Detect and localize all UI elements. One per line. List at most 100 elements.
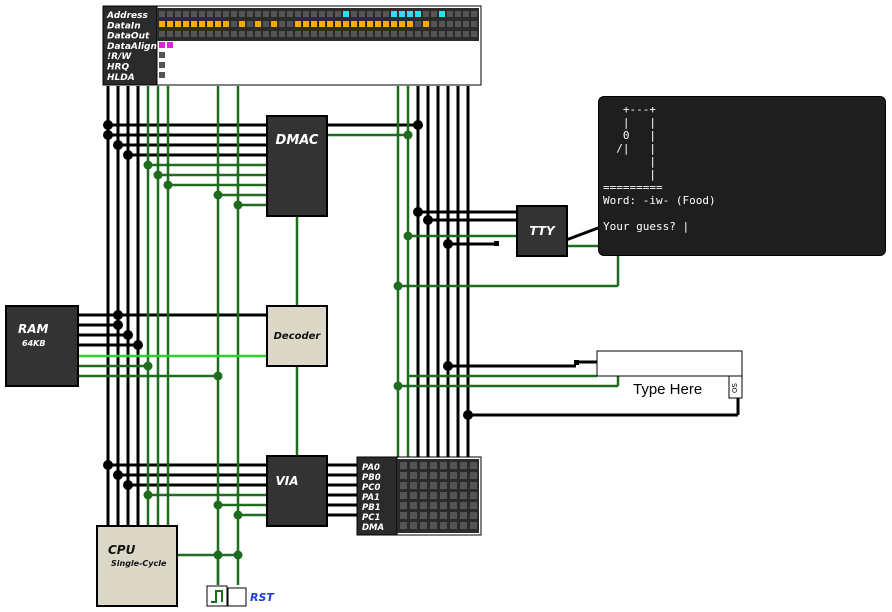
bus-led [327, 31, 333, 37]
cpu-chip[interactable]: CPU Single-Cycle [96, 525, 178, 607]
bus-led [407, 11, 413, 17]
signal-indicators [494, 241, 579, 365]
via-port-led [410, 472, 417, 479]
bus-led [199, 31, 205, 37]
bus-led [159, 42, 165, 48]
bus-led [423, 31, 429, 37]
bus-led [447, 11, 453, 17]
via-port-led [400, 492, 407, 499]
bus-led [223, 11, 229, 17]
bus-led [407, 21, 413, 27]
junction-dot [163, 180, 173, 190]
via-port-led [410, 462, 417, 469]
junction-dot [413, 207, 423, 217]
bus-led [255, 11, 261, 17]
bus-led [207, 11, 213, 17]
junction-dot [123, 150, 133, 160]
bus-led [231, 21, 237, 27]
tty-label: TTY [529, 224, 556, 238]
bus-signal-label: DataOut [107, 32, 150, 42]
decoder-chip[interactable]: Decoder [266, 305, 328, 367]
bus-led [247, 31, 253, 37]
bus-led [311, 31, 317, 37]
bus-led [199, 21, 205, 27]
bus-led [447, 31, 453, 37]
via-port-led [420, 492, 427, 499]
junction-dot [103, 120, 113, 130]
bus-led [295, 31, 301, 37]
bus-led [159, 31, 165, 37]
bus-led [431, 31, 437, 37]
bus-led [311, 11, 317, 17]
via-chip[interactable]: VIA [266, 455, 328, 527]
bus-led [215, 11, 221, 17]
junction-dot [143, 490, 153, 500]
via-port-led [440, 482, 447, 489]
bus-led [383, 31, 389, 37]
bus-led [367, 11, 373, 17]
junction-dot [233, 550, 243, 560]
junction-dot [413, 120, 423, 130]
tty-chip[interactable]: TTY [516, 205, 568, 257]
bus-signal-label: DataAlign [107, 42, 157, 52]
ram-chip[interactable]: RAM 64KB [5, 305, 79, 387]
dmac-chip[interactable]: DMAC [266, 115, 328, 217]
keyboard-os-label: OS [731, 382, 739, 393]
bus-led [439, 21, 445, 27]
via-port-led [450, 512, 457, 519]
bus-led [239, 31, 245, 37]
tty-terminal[interactable]: +---+ | | 0 | /| | | | ========= Word: -… [598, 96, 886, 256]
rst-label: RST [250, 591, 274, 604]
bus-led [215, 31, 221, 37]
bus-led [247, 11, 253, 17]
bus-led [391, 11, 397, 17]
bus-led [207, 31, 213, 37]
bus-led [335, 31, 341, 37]
bus-led [335, 11, 341, 17]
via-port-led [440, 492, 447, 499]
via-port-led [400, 482, 407, 489]
via-port-label: PA1 [362, 493, 380, 503]
bus-led [159, 11, 165, 17]
bus-led [471, 11, 477, 17]
bus-led [407, 31, 413, 37]
bus-led [471, 31, 477, 37]
bus-led [239, 21, 245, 27]
cpu-type-label: Single-Cycle [111, 559, 167, 568]
junction-dot [213, 500, 223, 510]
rst-button[interactable] [206, 585, 247, 607]
junction-dot [403, 231, 413, 241]
junction-dot [103, 130, 113, 140]
via-port-led [450, 522, 457, 529]
bus-led [455, 31, 461, 37]
junction-dot [233, 510, 243, 520]
bus-led [199, 11, 205, 17]
junction-dot [213, 550, 223, 560]
via-port-led [470, 502, 477, 509]
bus-led [415, 11, 421, 17]
junction-dot [113, 320, 123, 330]
via-port-led [410, 482, 417, 489]
rst-switch-icon [227, 587, 247, 607]
bus-led [207, 21, 213, 27]
via-port-led [410, 492, 417, 499]
via-port-led [460, 482, 467, 489]
circuit-canvas: Address DataIn DataOut DataAlign !R/W HRQ HLDA [0, 0, 892, 612]
bus-led [263, 11, 269, 17]
via-port-led [450, 492, 457, 499]
bus-led [415, 31, 421, 37]
via-port-label: PB1 [362, 503, 381, 513]
junction-dot [463, 410, 473, 420]
bus-led [375, 11, 381, 17]
bus-signal-label: Address [106, 11, 148, 21]
via-port-led [470, 512, 477, 519]
bus-led [375, 31, 381, 37]
via-port-led [460, 522, 467, 529]
bus-led [167, 42, 173, 48]
via-port-led [470, 472, 477, 479]
junction-dot [143, 160, 153, 170]
bus-led [399, 21, 405, 27]
bus-led [351, 11, 357, 17]
dmac-label: DMAC [276, 133, 319, 148]
bus-led [359, 31, 365, 37]
